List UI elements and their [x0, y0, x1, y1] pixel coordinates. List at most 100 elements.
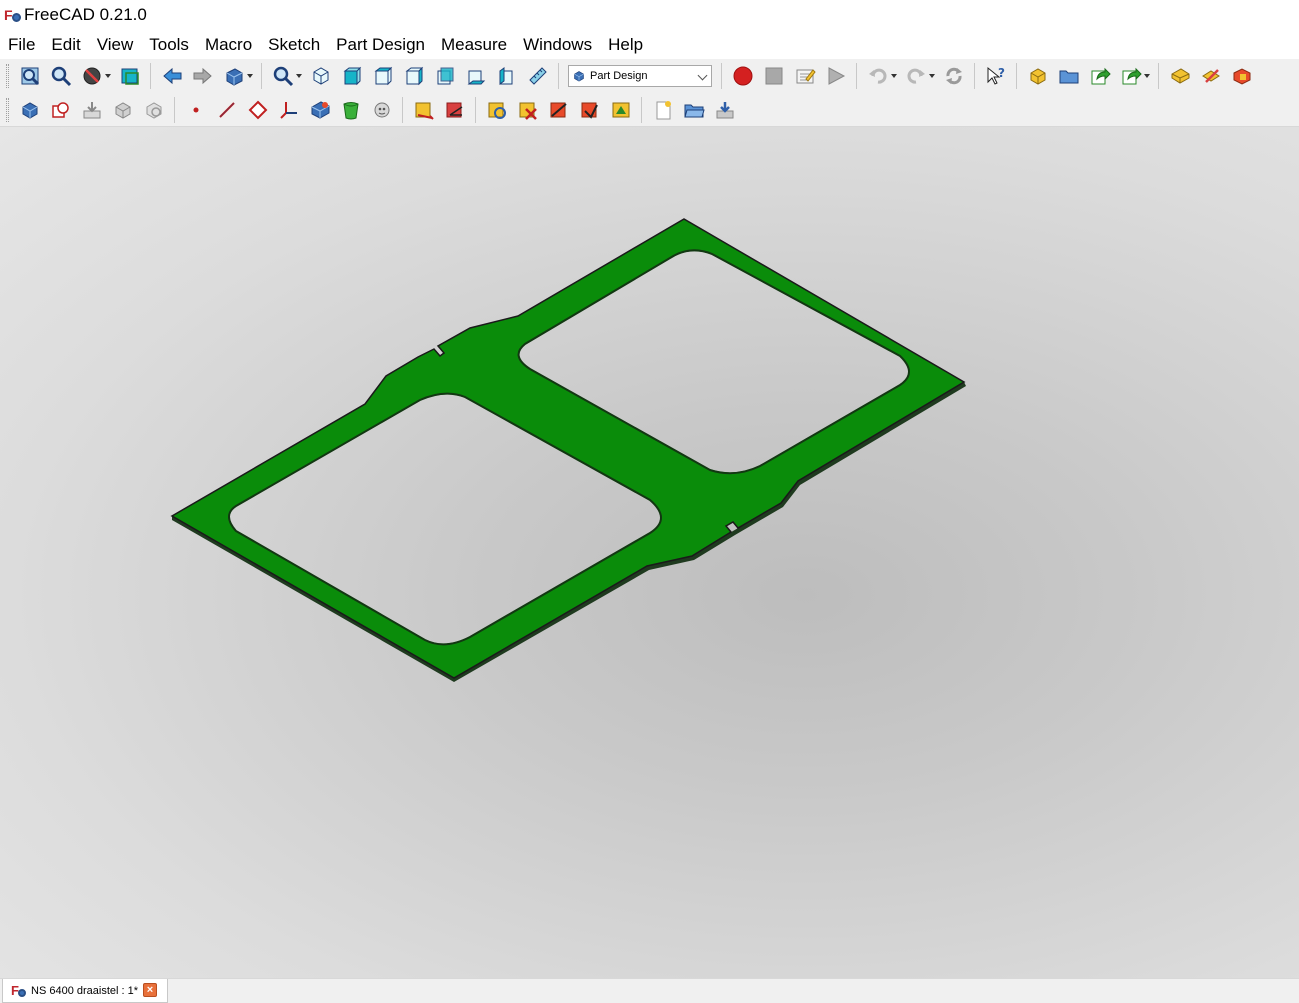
top-view-button[interactable]	[369, 62, 396, 90]
local-cs-button[interactable]	[275, 96, 302, 124]
redo-button[interactable]	[902, 62, 929, 90]
clone-button[interactable]	[47, 96, 74, 124]
measure-toggle-delta-button[interactable]	[607, 96, 634, 124]
right-view-button[interactable]	[400, 62, 427, 90]
part-top-face[interactable]	[170, 218, 966, 679]
record-macro-icon	[732, 65, 754, 87]
datum-point-button[interactable]	[182, 96, 209, 124]
rear-view-button[interactable]	[431, 62, 458, 90]
menu-tools[interactable]: Tools	[141, 30, 197, 59]
left-view-button[interactable]	[493, 62, 520, 90]
attachment-button[interactable]	[140, 96, 167, 124]
edit-macro-icon	[794, 65, 816, 87]
shape-binder-icon	[81, 99, 103, 121]
fit-all-button[interactable]	[16, 62, 43, 90]
measure-angular-button[interactable]	[441, 96, 468, 124]
navigation-cube-button[interactable]	[220, 62, 247, 90]
pad-button[interactable]	[306, 96, 333, 124]
new-document-icon	[652, 99, 674, 121]
refresh-button[interactable]	[940, 62, 967, 90]
measure-toggle-3d-button[interactable]	[576, 96, 603, 124]
revolution-button[interactable]	[337, 96, 364, 124]
measure-toggle-all-button[interactable]	[545, 96, 572, 124]
measure-linear-button[interactable]	[410, 96, 437, 124]
menu-edit[interactable]: Edit	[43, 30, 88, 59]
measure-ruler-button[interactable]	[524, 62, 551, 90]
toolbar-separator	[558, 63, 559, 89]
subshape-binder-button[interactable]	[109, 96, 136, 124]
menu-view[interactable]: View	[89, 30, 142, 59]
measure-clear-button[interactable]	[514, 96, 541, 124]
document-tab[interactable]: F NS 6400 draaistel : 1* ×	[2, 979, 168, 1003]
document-tab-label: NS 6400 draaistel : 1*	[31, 984, 139, 997]
menu-file[interactable]: File	[0, 30, 43, 59]
3d-viewport[interactable]	[0, 127, 1299, 978]
undo-button[interactable]	[864, 62, 891, 90]
bounding-box-button[interactable]	[116, 62, 143, 90]
whats-this-button[interactable]: ?	[982, 62, 1009, 90]
create-sketch-button[interactable]	[1197, 62, 1224, 90]
link-actions-dropdown-arrow[interactable]	[1143, 62, 1151, 90]
create-part-icon	[1027, 65, 1049, 87]
fit-selection-button[interactable]	[47, 62, 74, 90]
datum-plane-button[interactable]	[244, 96, 271, 124]
stop-macro-button[interactable]	[760, 62, 787, 90]
menu-macro[interactable]: Macro	[197, 30, 260, 59]
back-arrow-button[interactable]	[158, 62, 185, 90]
refresh-icon	[943, 65, 965, 87]
front-view-button[interactable]	[338, 62, 365, 90]
menu-part-design[interactable]: Part Design	[328, 30, 433, 59]
link-actions-button[interactable]	[1117, 62, 1144, 90]
workbench-selector[interactable]: Part Design	[568, 65, 712, 87]
local-cs-icon	[278, 99, 300, 121]
create-link-button[interactable]	[1086, 62, 1113, 90]
save-document-button[interactable]	[711, 96, 738, 124]
redo-dropdown-arrow[interactable]	[928, 62, 936, 90]
chevron-down-icon	[697, 70, 708, 81]
top-view-icon	[372, 65, 394, 87]
toolbar-separator	[475, 96, 476, 123]
create-body-button[interactable]	[1166, 62, 1193, 90]
part-model[interactable]	[0, 127, 1299, 978]
subshape-binder-icon	[112, 99, 134, 121]
create-group-button[interactable]	[1055, 62, 1082, 90]
toolbar-separator	[1158, 63, 1159, 89]
datum-line-button[interactable]	[213, 96, 240, 124]
sprocket-button[interactable]	[368, 96, 395, 124]
forward-arrow-button[interactable]	[189, 62, 216, 90]
front-view-icon	[341, 65, 363, 87]
menu-windows[interactable]: Windows	[515, 30, 600, 59]
draw-style-button[interactable]	[78, 62, 105, 90]
create-body-icon	[1169, 65, 1191, 87]
part-design-toolbar	[0, 93, 1299, 127]
toolbar-separator	[261, 63, 262, 89]
std-views-dropdown-arrow[interactable]	[295, 62, 303, 90]
undo-dropdown-arrow[interactable]	[890, 62, 898, 90]
shape-binder-button[interactable]	[78, 96, 105, 124]
create-part-button[interactable]	[1024, 62, 1051, 90]
menu-help[interactable]: Help	[600, 30, 651, 59]
toolbar-separator	[150, 63, 151, 89]
toolbar-grip[interactable]	[6, 97, 9, 122]
measure-clear-icon	[517, 99, 539, 121]
validate-sketch-button[interactable]	[1228, 62, 1255, 90]
menu-sketch[interactable]: Sketch	[260, 30, 328, 59]
datum-plane-icon	[247, 99, 269, 121]
navigation-cube-dropdown-arrow[interactable]	[246, 62, 254, 90]
measure-angular-icon	[444, 99, 466, 121]
menu-measure[interactable]: Measure	[433, 30, 515, 59]
measure-refresh-icon	[486, 99, 508, 121]
std-views-button[interactable]	[269, 62, 296, 90]
body-button[interactable]	[16, 96, 43, 124]
draw-style-dropdown-arrow[interactable]	[104, 62, 112, 90]
bottom-view-button[interactable]	[462, 62, 489, 90]
close-tab-icon[interactable]: ×	[143, 983, 157, 997]
open-document-button[interactable]	[680, 96, 707, 124]
run-macro-button[interactable]	[822, 62, 849, 90]
isometric-view-button[interactable]	[307, 62, 334, 90]
edit-macro-button[interactable]	[791, 62, 818, 90]
measure-refresh-button[interactable]	[483, 96, 510, 124]
new-document-button[interactable]	[649, 96, 676, 124]
record-macro-button[interactable]	[729, 62, 756, 90]
toolbar-grip[interactable]	[6, 64, 9, 88]
